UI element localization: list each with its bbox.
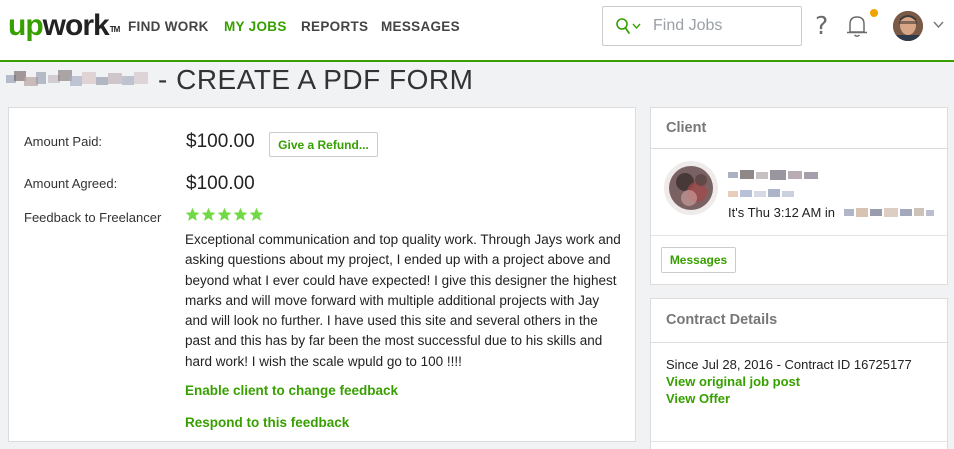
logo-up: up (8, 9, 44, 42)
messages-button[interactable]: Messages (661, 247, 736, 273)
give-refund-button[interactable]: Give a Refund... (269, 132, 378, 157)
user-avatar[interactable] (893, 11, 923, 41)
rating-stars (185, 207, 267, 223)
notification-dot (870, 9, 878, 17)
search-box[interactable] (602, 6, 802, 46)
contract-card-divider (651, 441, 947, 442)
star-icon (185, 207, 200, 221)
amount-agreed-value: $100.00 (186, 173, 255, 194)
logo-trademark: TM (109, 25, 121, 34)
feedback-label: Feedback to Freelancer (24, 210, 162, 225)
redacted-client-location (728, 189, 794, 197)
amount-paid-value: $100.00 (186, 131, 255, 152)
nav-find-work[interactable]: FIND WORK (128, 19, 209, 34)
star-icon (249, 207, 264, 221)
logo-work: work (42, 9, 110, 42)
client-avatar (664, 161, 718, 215)
client-card-divider (651, 235, 947, 236)
client-card-title: Client (666, 120, 707, 136)
nav-my-jobs[interactable]: MY JOBS (224, 19, 287, 34)
chevron-down-icon[interactable] (632, 23, 641, 29)
star-icon (233, 207, 248, 221)
contract-card-title: Contract Details (666, 312, 778, 328)
amount-paid-label: Amount Paid: (24, 134, 103, 149)
view-offer-link[interactable]: View Offer (666, 391, 730, 406)
search-input[interactable] (653, 16, 793, 36)
contract-details-card: Contract Details Since Jul 28, 2016 - Co… (650, 298, 948, 449)
client-card: Client It's Thu 3:12 AM in Messages (650, 107, 948, 285)
top-navigation-bar: upworkTM FIND WORK MY JOBS REPORTS MESSA… (0, 0, 954, 62)
help-icon[interactable]: ? (815, 11, 828, 41)
amount-agreed-label: Amount Agreed: (24, 176, 118, 191)
chevron-down-icon[interactable] (933, 21, 944, 28)
contract-since-id: Since Jul 28, 2016 - Contract ID 1672517… (666, 357, 912, 372)
user-avatar-image (893, 11, 923, 41)
nav-messages[interactable]: MESSAGES (381, 19, 460, 34)
star-icon (217, 207, 232, 221)
payment-feedback-card: Amount Paid: $100.00 Give a Refund... Am… (8, 107, 636, 442)
feedback-text: Exceptional communication and top qualit… (185, 232, 621, 369)
contract-card-header: Contract Details (651, 299, 947, 343)
bell-icon[interactable] (846, 14, 868, 38)
redacted-client-name (728, 170, 818, 180)
client-local-time: It's Thu 3:12 AM in (728, 205, 836, 220)
respond-feedback-link[interactable]: Respond to this feedback (185, 415, 349, 430)
page-title: - CREATE A PDF FORM (158, 64, 474, 95)
enable-change-feedback-link[interactable]: Enable client to change feedback (185, 383, 398, 398)
redacted-client-city (844, 208, 934, 217)
star-icon (201, 207, 216, 221)
search-icon[interactable] (615, 17, 631, 35)
view-original-job-post-link[interactable]: View original job post (666, 374, 800, 389)
upwork-logo[interactable]: upworkTM (8, 9, 121, 43)
client-card-header: Client (651, 108, 947, 149)
redacted-freelancer-name (6, 70, 148, 86)
nav-reports[interactable]: REPORTS (301, 19, 368, 34)
